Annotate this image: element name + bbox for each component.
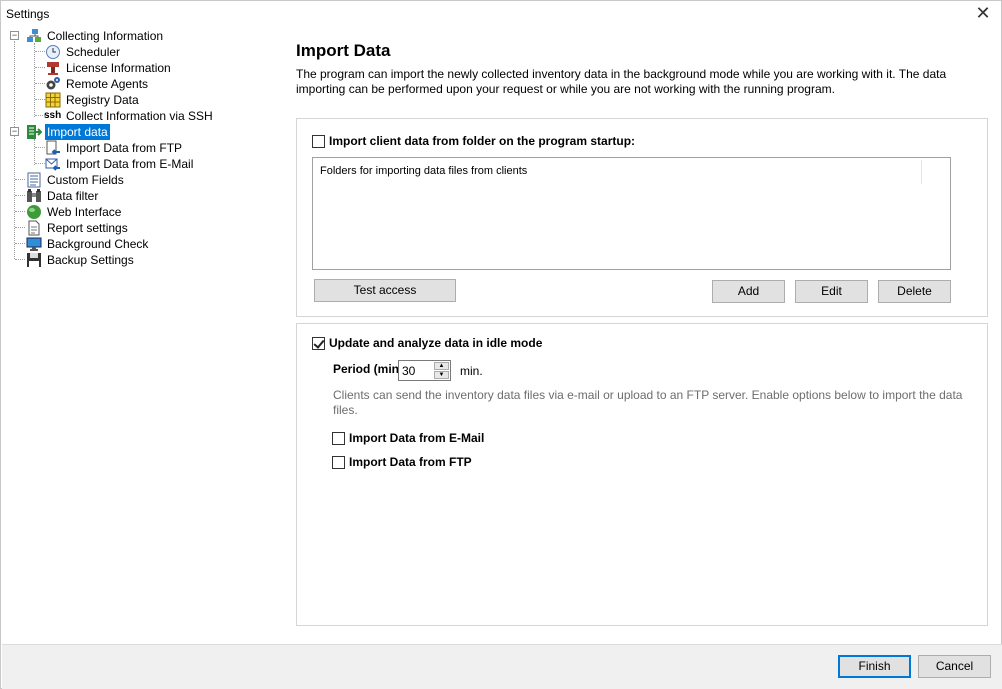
finish-button[interactable]: Finish (838, 655, 911, 678)
tree-item-label: Registry Data (66, 93, 139, 107)
stepper-arrows[interactable]: ▲ ▼ (434, 362, 449, 379)
checkbox-box[interactable] (312, 337, 325, 350)
tree-line (35, 147, 45, 148)
title-bar: Settings ✕ (1, 1, 1001, 27)
list-icon (26, 172, 42, 188)
checkbox-box[interactable] (312, 135, 325, 148)
gears-icon (45, 76, 61, 92)
settings-window: Settings ✕ − − Collecting Information Sc… (0, 0, 1002, 689)
checkbox-box[interactable] (332, 456, 345, 469)
collapse-toggle-collecting[interactable]: − (10, 31, 19, 40)
tree-line (15, 227, 25, 228)
checkbox-label: Import Data from E-Mail (349, 431, 485, 445)
period-value[interactable]: 30 (402, 364, 415, 378)
checkbox-label: Import client data from folder on the pr… (329, 134, 636, 148)
tree-item-label: Import data (45, 124, 110, 140)
tree-item-label: Data filter (47, 189, 99, 203)
stepper-down-icon[interactable]: ▼ (434, 371, 449, 379)
page-description: The program can import the newly collect… (296, 67, 947, 96)
tree-line (15, 211, 25, 212)
clock-icon (45, 44, 61, 60)
tree-line (35, 83, 45, 84)
tree-line (34, 139, 35, 165)
network-icon (26, 28, 42, 44)
close-icon[interactable]: ✕ (973, 4, 993, 24)
stamp-icon (45, 60, 61, 76)
period-label: Period (min (333, 362, 400, 376)
email-import-icon (45, 156, 61, 172)
tree-item-label: Remote Agents (66, 77, 149, 91)
tree-item-label: Background Check (47, 237, 149, 251)
tree-line (35, 99, 45, 100)
period-unit: min. (460, 364, 483, 378)
folders-listbox[interactable]: Folders for importing data files from cl… (312, 157, 951, 270)
window-title: Settings (6, 7, 50, 21)
tree-line (35, 67, 45, 68)
tree-line (15, 195, 25, 196)
tree-item-label: Web Interface (47, 205, 122, 219)
floppy-icon (26, 252, 42, 268)
delete-button[interactable]: Delete (878, 280, 951, 303)
grid-icon (45, 92, 61, 108)
import-icon (26, 124, 43, 140)
edit-button[interactable]: Edit (795, 280, 868, 303)
tree-item-label: Import Data from FTP (66, 141, 183, 155)
add-button[interactable]: Add (712, 280, 785, 303)
tree-line (35, 51, 45, 52)
folders-column-header[interactable]: Folders for importing data files from cl… (320, 165, 527, 177)
stepper-up-icon[interactable]: ▲ (434, 362, 449, 370)
report-icon (26, 220, 42, 236)
tree-item-label: Backup Settings (47, 253, 134, 267)
import-info-text: Clients can send the inventory data file… (333, 388, 963, 417)
tree-item-label: License Information (66, 61, 171, 75)
tree-line (15, 243, 25, 244)
cancel-button[interactable]: Cancel (918, 655, 991, 678)
monitor-icon (26, 236, 42, 252)
checkbox-label: Update and analyze data in idle mode (329, 336, 543, 350)
tree-item-label: Collecting Information (47, 29, 164, 43)
tree-line (35, 163, 45, 164)
tree-line (15, 259, 25, 260)
test-access-button[interactable]: Test access (314, 279, 456, 302)
tree-item-label: Custom Fields (47, 173, 124, 187)
tree-item-label: Report settings (47, 221, 128, 235)
tree-line (15, 179, 25, 180)
column-separator (921, 160, 922, 184)
checkbox-label: Import Data from FTP (349, 455, 472, 469)
ssh-icon: ssh (44, 110, 62, 121)
filter-icon (26, 188, 42, 204)
ftp-import-icon (45, 140, 61, 156)
tree-item-label: Collect Information via SSH (66, 109, 213, 123)
collapse-toggle-import[interactable]: − (10, 127, 19, 136)
tree-item-label: Scheduler (66, 45, 121, 59)
checkbox-box[interactable] (332, 432, 345, 445)
globe-icon (26, 204, 42, 220)
settings-tree: − − Collecting Information Scheduler Lic… (2, 27, 282, 643)
tree-line (34, 43, 35, 117)
period-stepper[interactable]: 30 ▲ ▼ (398, 360, 451, 381)
page-title: Import Data (296, 41, 391, 60)
tree-item-label: Import Data from E-Mail (66, 157, 194, 171)
